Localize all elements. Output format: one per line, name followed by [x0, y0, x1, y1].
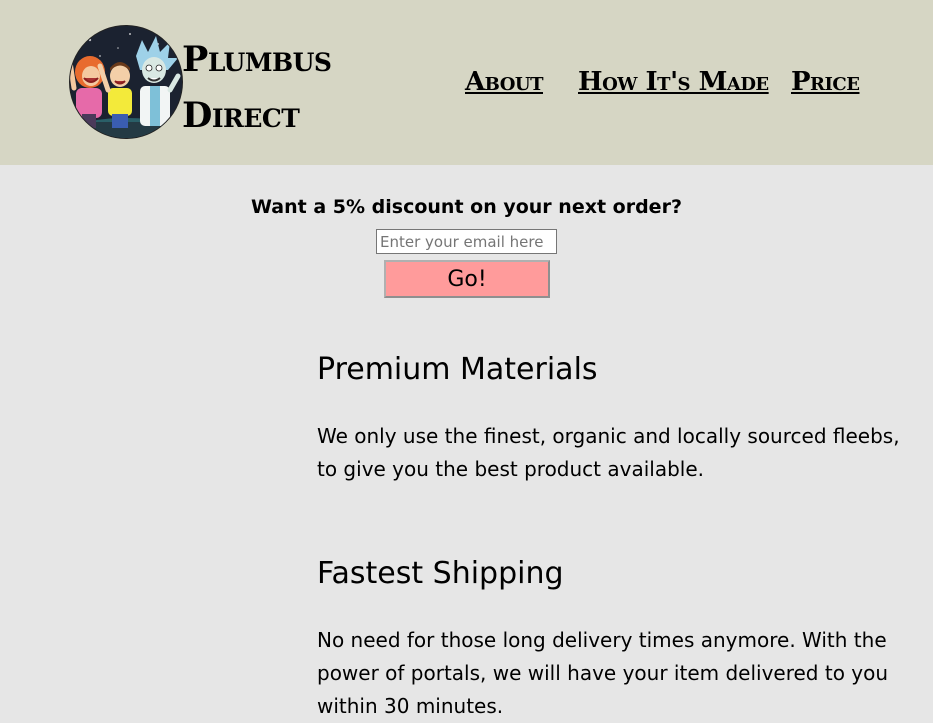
site-logo-text[interactable]: Plumbus Direct [182, 32, 332, 144]
feature-title-premium-materials: Premium Materials [317, 352, 598, 387]
nav-link-price[interactable]: Price [791, 64, 860, 100]
feature-title-fastest-shipping: Fastest Shipping [317, 556, 564, 591]
logo-line-2: Direct [182, 95, 300, 136]
nav-link-how-its-made[interactable]: How It's Made [578, 64, 769, 100]
feature-text-fastest-shipping: No need for those long delivery times an… [317, 628, 889, 718]
site-header: Plumbus Direct About How It's Made Price [0, 0, 933, 165]
discount-prompt: Want a 5% discount on your next order? [251, 196, 682, 218]
cartoon-characters-illustration [70, 26, 182, 138]
email-input[interactable] [376, 229, 557, 254]
nav-link-about[interactable]: About [465, 64, 544, 100]
logo-image [69, 25, 183, 139]
logo-line-1: Plumbus [182, 39, 332, 80]
submit-email-button[interactable]: Go! [384, 260, 550, 298]
feature-text-premium-materials: We only use the finest, organic and loca… [317, 424, 900, 481]
